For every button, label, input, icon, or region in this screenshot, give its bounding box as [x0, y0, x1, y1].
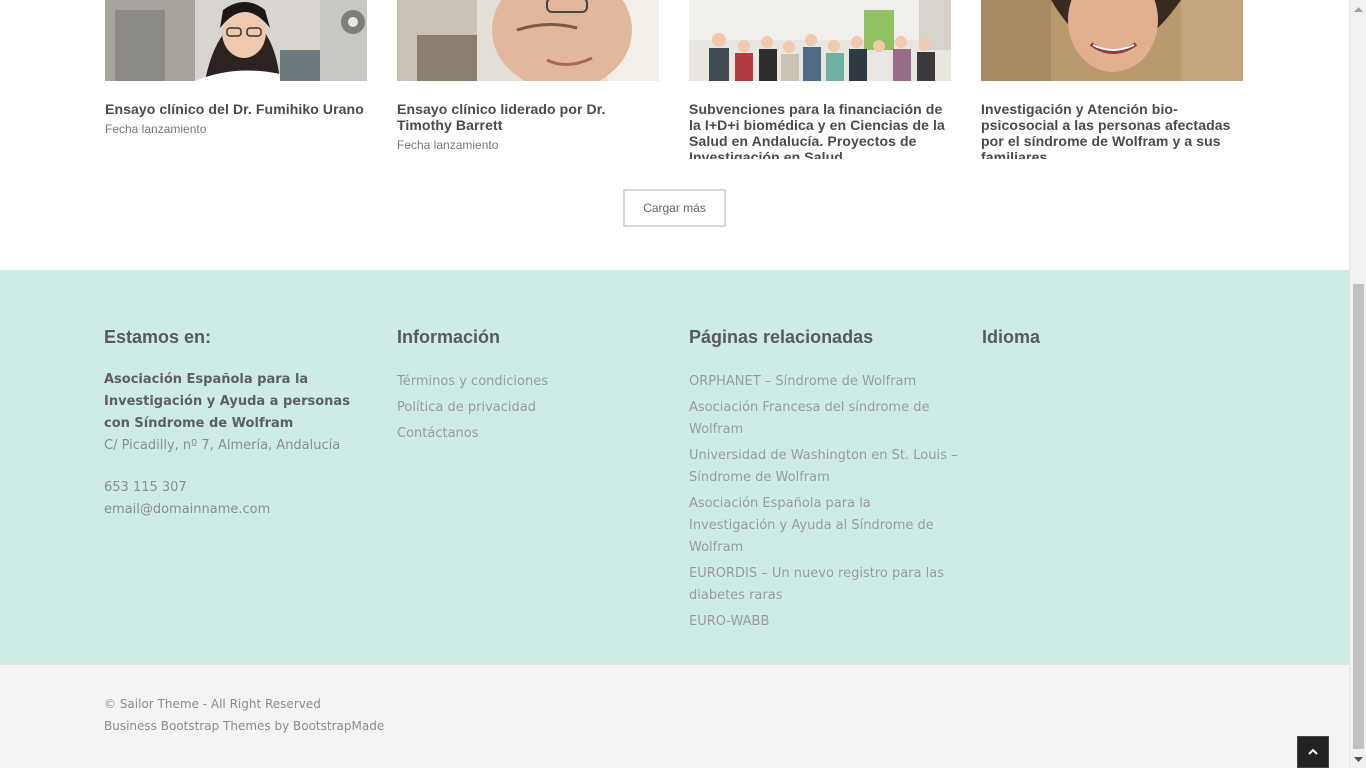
card-title[interactable]: Subvenciones para la financiación de la …: [689, 101, 951, 159]
page: Ensayo clínico del Dr. Fumihiko Urano Fe…: [0, 0, 1349, 768]
link-euro-wabb[interactable]: EURO-WABB: [689, 611, 959, 633]
news-card-3[interactable]: Subvenciones para la financiación de la …: [689, 0, 951, 160]
link-terms[interactable]: Términos y condiciones: [397, 371, 667, 393]
card-image-doctor-portrait[interactable]: [397, 0, 659, 81]
link-spanish-association[interactable]: Asociación Española para la Investigació…: [689, 493, 959, 559]
email-address[interactable]: email@domainname.com: [104, 499, 374, 521]
related-links: ORPHANET – Síndrome de Wolfram Asociació…: [689, 371, 959, 637]
address: C/ Picadilly, nº 7, Almería, Andalucía: [104, 438, 341, 453]
contact-block: Asociación Española para la Investigació…: [104, 369, 374, 521]
link-eurordis[interactable]: EURORDIS – Un nuevo registro para las di…: [689, 563, 959, 607]
info-links: Términos y condiciones Política de priva…: [397, 371, 667, 449]
link-washington-university[interactable]: Universidad de Washington en St. Louis –…: [689, 445, 959, 489]
card-date-label: Fecha lanzamiento: [105, 122, 207, 136]
back-to-top-button[interactable]: [1297, 736, 1329, 768]
theme-credit[interactable]: Business Bootstrap Themes by BootstrapMa…: [104, 719, 384, 733]
card-title[interactable]: Ensayo clínico del Dr. Fumihiko Urano: [105, 101, 367, 117]
copyright-text: © Sailor Theme - All Right Reserved: [104, 697, 321, 711]
footer-heading: Páginas relacionadas: [689, 327, 874, 347]
scroll-down-arrow-icon[interactable]: [1350, 751, 1366, 768]
footer-top: Estamos en: Asociación Española para la …: [0, 270, 1349, 664]
phone-number: 653 115 307: [104, 480, 187, 495]
vertical-scrollbar[interactable]: [1349, 0, 1366, 768]
load-more-button[interactable]: Cargar más: [623, 189, 726, 227]
footer-bottom: © Sailor Theme - All Right Reserved Busi…: [0, 664, 1349, 768]
card-image-research-group[interactable]: [689, 0, 951, 81]
card-date-label: Fecha lanzamiento: [397, 138, 499, 152]
news-card-2[interactable]: Ensayo clínico liderado por Dr. Timothy …: [397, 0, 659, 160]
news-card-4[interactable]: Investigación y Atención bio-psicosocial…: [981, 0, 1243, 160]
footer-heading: Estamos en:: [104, 327, 212, 347]
card-title[interactable]: Ensayo clínico liderado por Dr. Timothy …: [397, 101, 659, 133]
footer-heading: Información: [397, 327, 501, 347]
chevron-up-icon: [1308, 748, 1318, 755]
link-orphanet[interactable]: ORPHANET – Síndrome de Wolfram: [689, 371, 959, 393]
news-card-1[interactable]: Ensayo clínico del Dr. Fumihiko Urano Fe…: [105, 0, 367, 160]
card-title[interactable]: Investigación y Atención bio-psicosocial…: [981, 101, 1243, 159]
card-image-researcher-microscope[interactable]: [105, 0, 367, 81]
scrollbar-thumb[interactable]: [1353, 284, 1364, 749]
link-contact[interactable]: Contáctanos: [397, 423, 667, 445]
scroll-up-arrow-icon[interactable]: [1350, 0, 1366, 17]
organization-name: Asociación Española para la Investigació…: [104, 372, 350, 431]
card-image-woman-portrait[interactable]: [981, 0, 1243, 81]
footer-heading: Idioma: [982, 327, 1041, 347]
link-french-association[interactable]: Asociación Francesa del síndrome de Wolf…: [689, 397, 959, 441]
link-privacy[interactable]: Política de privacidad: [397, 397, 667, 419]
